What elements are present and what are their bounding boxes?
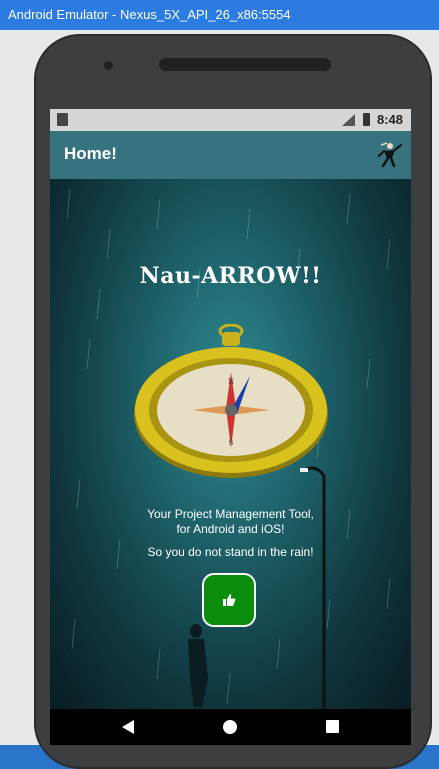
tagline: Your Project Management Tool, for Androi… bbox=[50, 507, 411, 537]
navigation-bar bbox=[50, 709, 411, 745]
back-triangle-icon[interactable] bbox=[122, 720, 134, 734]
brand-title: Nau-ARROW!! bbox=[139, 263, 322, 289]
page-title: Home! bbox=[64, 144, 117, 163]
status-time: 8:48 bbox=[376, 112, 403, 127]
person-silhouette bbox=[188, 624, 208, 707]
signal-icon bbox=[342, 114, 355, 126]
home-content: Nau-ARROW!! N S Your Project Management … bbox=[50, 179, 411, 709]
thumbs-up-icon bbox=[223, 594, 236, 606]
street-lamp bbox=[300, 466, 326, 709]
sd-card-icon bbox=[57, 113, 68, 126]
front-camera bbox=[104, 61, 113, 70]
emulator-title-bar: Android Emulator - Nexus_5X_API_26_x86:5… bbox=[0, 0, 439, 30]
svg-text:S: S bbox=[229, 439, 234, 447]
device-screen: 8:48 Home! Nau-ARROW!! N S Your Project … bbox=[50, 109, 411, 745]
subtitle: So you do not stand in the rain! bbox=[147, 545, 314, 559]
recents-square-icon[interactable] bbox=[326, 720, 339, 733]
earpiece-speaker bbox=[159, 58, 331, 71]
battery-icon bbox=[363, 113, 370, 126]
app-bar: Home! bbox=[50, 131, 411, 179]
runner-figure-icon[interactable] bbox=[375, 141, 403, 169]
home-circle-icon[interactable] bbox=[223, 720, 237, 734]
tagline-line-2: for Android and iOS! bbox=[176, 522, 285, 536]
status-bar: 8:48 bbox=[50, 109, 411, 131]
compass-image: N S bbox=[134, 324, 328, 478]
svg-text:N: N bbox=[228, 378, 234, 386]
window-title: Android Emulator - Nexus_5X_API_26_x86:5… bbox=[8, 7, 291, 22]
tagline-line-1: Your Project Management Tool, bbox=[147, 507, 314, 521]
